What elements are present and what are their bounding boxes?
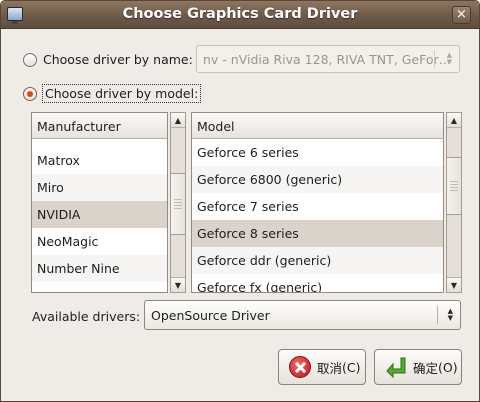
list-item[interactable]: Miro — [32, 174, 167, 201]
choose-by-name-option[interactable]: Choose driver by name: — [23, 52, 193, 67]
close-window-button[interactable]: × — [452, 6, 471, 24]
ok-arrow-icon — [385, 356, 407, 378]
driver-name-combo: nv - nVidia Riva 128, RIVA TNT, GeFor… ▲… — [196, 45, 460, 73]
choose-by-name-radio[interactable] — [23, 52, 37, 67]
scroll-down-arrow-icon[interactable]: ▼ — [447, 277, 461, 292]
cancel-button[interactable]: 取消 (C) — [278, 349, 366, 385]
list-item[interactable]: Number Nine — [32, 255, 167, 282]
scrollbar-thumb[interactable] — [447, 157, 461, 215]
choose-by-model-option[interactable]: Choose driver by model: — [23, 84, 202, 103]
ok-button[interactable]: 确定 (O) — [374, 349, 462, 385]
ok-mnemonic: (O) — [438, 359, 458, 375]
available-drivers-label: Available drivers: — [32, 309, 141, 324]
list-item[interactable]: Geforce 7 series — [192, 193, 443, 220]
model-scrollbar[interactable]: ▲ ▼ — [446, 112, 462, 293]
scroll-up-arrow-icon[interactable]: ▲ — [171, 113, 185, 128]
choose-by-model-radio[interactable] — [23, 86, 37, 101]
model-column-header[interactable]: Model — [192, 113, 443, 139]
manufacturer-scrollbar[interactable]: ▲ ▼ — [170, 112, 186, 293]
title-bar[interactable]: Choose Graphics Card Driver × — [1, 1, 479, 29]
cancel-mnemonic: (C) — [342, 359, 361, 375]
list-item[interactable]: Geforce ddr (generic) — [192, 247, 443, 274]
scroll-up-arrow-icon[interactable]: ▲ — [447, 113, 461, 128]
manufacturer-list[interactable]: Manufacturer Matrox Miro NVIDIA NeoMagic… — [31, 112, 168, 293]
list-item[interactable]: Geforce 6 series — [192, 139, 443, 166]
ok-button-label: 确定 — [413, 360, 439, 376]
list-item[interactable]: Geforce 6800 (generic) — [192, 166, 443, 193]
dialog-window: Choose Graphics Card Driver × Choose dri… — [0, 0, 480, 402]
list-item[interactable]: NeoMagic — [32, 228, 167, 255]
list-item[interactable]: Geforce fx (generic) — [192, 274, 443, 292]
list-item[interactable]: Matrox — [32, 147, 167, 174]
driver-name-value: nv - nVidia Riva 128, RIVA TNT, GeFor… — [203, 52, 452, 67]
manufacturer-column-header[interactable]: Manufacturer — [32, 113, 167, 139]
choose-by-model-label: Choose driver by model: — [41, 84, 202, 103]
combo-updown-icon: ▲ ▼ — [447, 307, 453, 322]
list-item[interactable]: Geforce 8 series — [192, 220, 443, 247]
window-title: Choose Graphics Card Driver — [122, 6, 358, 22]
scrollbar-thumb[interactable] — [171, 173, 185, 235]
choose-by-name-label: Choose driver by name: — [43, 52, 193, 67]
model-list[interactable]: Model Geforce 6 series Geforce 6800 (gen… — [191, 112, 444, 293]
list-item[interactable]: NVIDIA — [32, 201, 167, 228]
cancel-button-label: 取消 — [317, 360, 343, 376]
cancel-icon — [289, 356, 311, 378]
available-drivers-combo[interactable]: OpenSource Driver ▲ ▼ — [144, 300, 461, 330]
available-drivers-value: OpenSource Driver — [151, 308, 270, 323]
combo-updown-icon: ▲ ▼ — [446, 51, 452, 66]
scroll-down-arrow-icon[interactable]: ▼ — [171, 277, 185, 292]
